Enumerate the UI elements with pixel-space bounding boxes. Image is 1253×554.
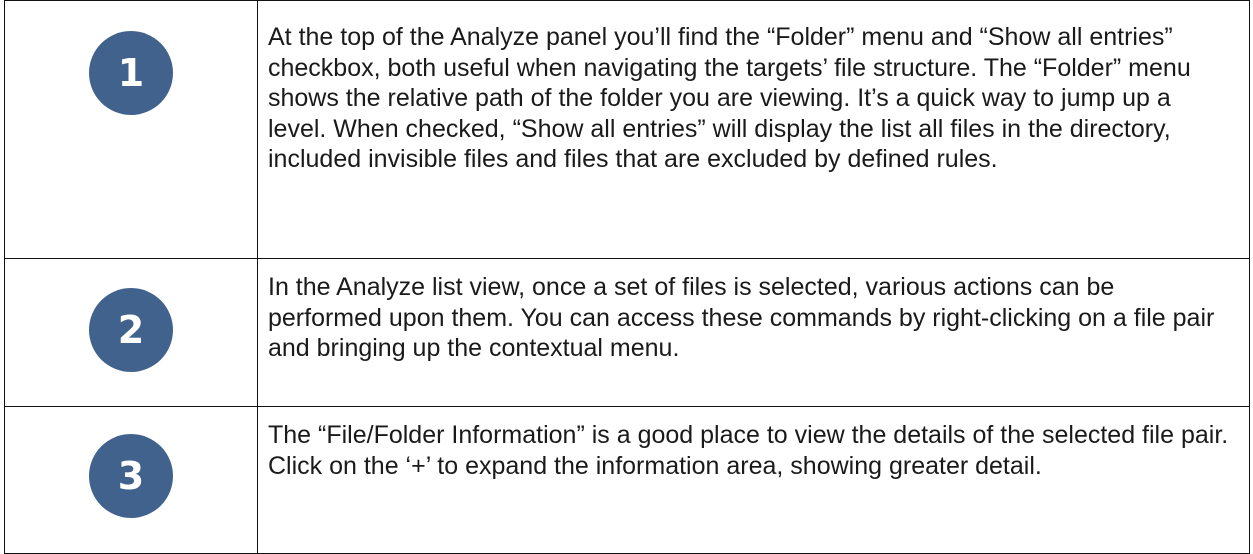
step-number-cell: 3: [4, 406, 258, 554]
step-description: At the top of the Analyze panel you’ll f…: [268, 23, 1191, 173]
step-number-cell: 2: [4, 258, 258, 407]
step-number-badge: 1: [89, 31, 173, 115]
step-description: In the Analyze list view, once a set of …: [268, 273, 1215, 362]
step-row: 3 The “File/Folder Information” is a goo…: [4, 406, 1250, 554]
step-description-cell: In the Analyze list view, once a set of …: [257, 258, 1250, 407]
step-row: 2 In the Analyze list view, once a set o…: [4, 258, 1250, 407]
step-row: 1 At the top of the Analyze panel you’ll…: [4, 0, 1250, 259]
step-description-cell: The “File/Folder Information” is a good …: [257, 406, 1250, 554]
step-number-cell: 1: [4, 0, 258, 259]
step-description-cell: At the top of the Analyze panel you’ll f…: [257, 0, 1250, 259]
steps-table: 1 At the top of the Analyze panel you’ll…: [4, 0, 1250, 554]
step-description: The “File/Folder Information” is a good …: [268, 421, 1229, 480]
step-number-badge: 2: [89, 288, 173, 372]
step-number-badge: 3: [89, 434, 173, 518]
